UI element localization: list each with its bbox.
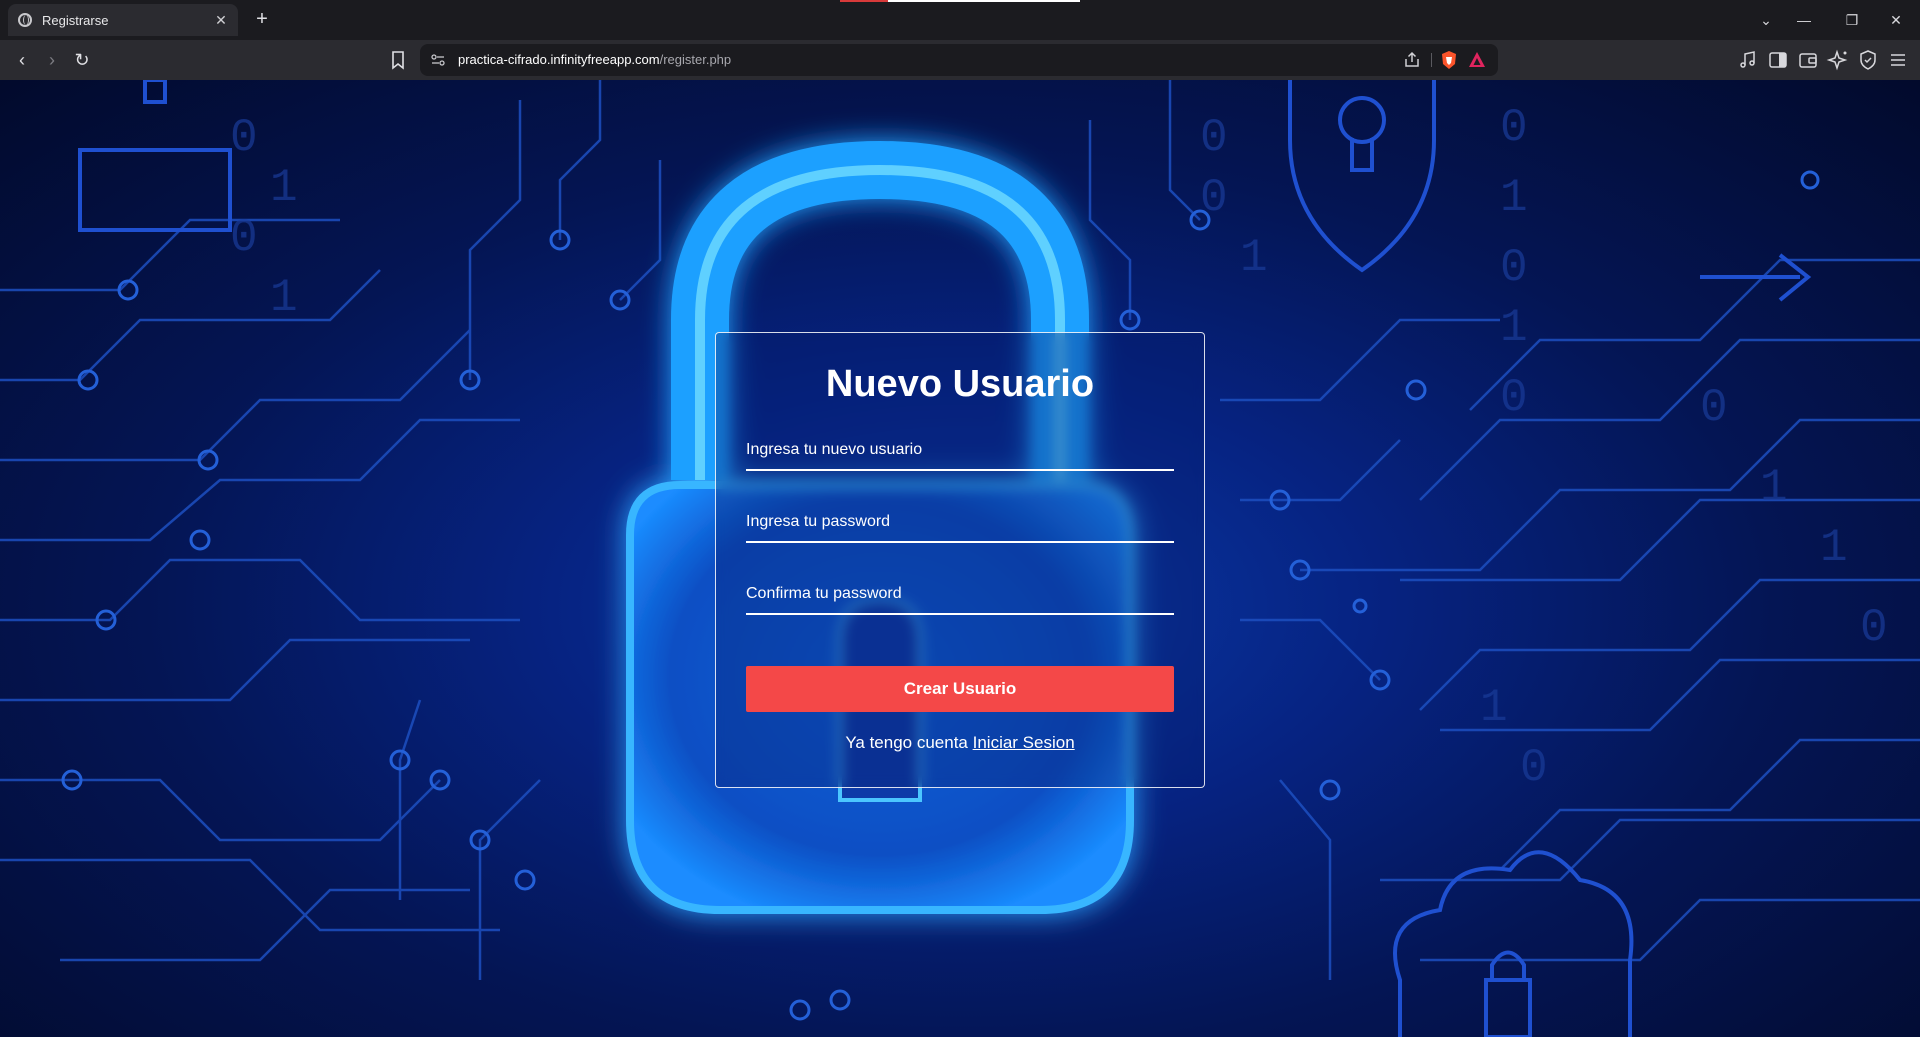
svg-text:1: 1 xyxy=(1240,232,1268,284)
reload-button[interactable]: ↻ xyxy=(70,48,94,72)
svg-text:0: 0 xyxy=(1200,112,1228,164)
globe-icon xyxy=(18,13,32,27)
site-settings-icon[interactable] xyxy=(430,52,446,68)
login-link[interactable]: Iniciar Sesion xyxy=(973,733,1075,752)
svg-text:0: 0 xyxy=(1200,172,1228,224)
svg-text:1: 1 xyxy=(1820,522,1848,574)
close-window-button[interactable]: ✕ xyxy=(1882,8,1910,32)
password-input[interactable] xyxy=(746,505,1174,539)
menu-icon[interactable] xyxy=(1886,48,1910,72)
confirm-password-field xyxy=(746,577,1174,615)
svg-text:0: 0 xyxy=(1500,242,1528,294)
tab-search-button[interactable]: ⌄ xyxy=(1752,8,1780,32)
minimize-button[interactable]: — xyxy=(1790,8,1818,32)
username-field xyxy=(746,433,1174,471)
brave-rewards-icon[interactable] xyxy=(1468,51,1486,69)
svg-text:1: 1 xyxy=(1500,172,1528,224)
bookmark-icon[interactable] xyxy=(386,48,410,72)
brave-shields-icon[interactable] xyxy=(1440,50,1458,70)
login-prompt-row: Ya tengo cuenta Iniciar Sesion xyxy=(716,733,1204,753)
media-icon[interactable] xyxy=(1736,48,1760,72)
svg-text:1: 1 xyxy=(1500,302,1528,354)
share-icon[interactable] xyxy=(1402,50,1422,70)
register-form: Nuevo Usuario Crear Usuario Ya tengo cue… xyxy=(715,332,1205,788)
svg-text:0: 0 xyxy=(1860,602,1888,654)
svg-text:0: 0 xyxy=(1520,742,1548,794)
svg-text:0: 0 xyxy=(1500,102,1528,154)
vpn-shield-icon[interactable] xyxy=(1856,48,1880,72)
tab-close-icon[interactable]: ✕ xyxy=(210,12,232,29)
sidebar-icon[interactable] xyxy=(1766,48,1790,72)
svg-text:0: 0 xyxy=(230,112,258,164)
confirm-password-input[interactable] xyxy=(746,577,1174,611)
svg-text:1: 1 xyxy=(1760,462,1788,514)
svg-text:1: 1 xyxy=(1480,682,1508,734)
svg-text:0: 0 xyxy=(1500,372,1528,424)
login-prompt-text: Ya tengo cuenta xyxy=(845,733,968,752)
back-button[interactable]: ‹ xyxy=(10,48,34,72)
address-bar[interactable]: practica-cifrado.infinityfreeapp.com/reg… xyxy=(420,44,1498,76)
wallet-icon[interactable] xyxy=(1796,48,1820,72)
register-page: 0 1 0 1 0 0 1 0 1 0 1 0 0 1 1 0 1 0 Nuev… xyxy=(0,80,1920,1037)
leo-ai-icon[interactable] xyxy=(1826,48,1850,72)
svg-text:0: 0 xyxy=(1700,382,1728,434)
url-separator xyxy=(1431,53,1432,67)
url-path: /register.php xyxy=(659,52,732,67)
forward-button[interactable]: › xyxy=(40,48,64,72)
svg-text:0: 0 xyxy=(230,212,258,264)
password-field xyxy=(746,505,1174,543)
form-title: Nuevo Usuario xyxy=(825,363,1095,405)
create-user-button[interactable]: Crear Usuario xyxy=(746,666,1174,712)
tab-bar: Registrarse ✕ + ⌄ — ❐ ✕ xyxy=(0,0,1920,40)
tab-registrarse[interactable]: Registrarse ✕ xyxy=(8,4,238,36)
loading-bar-accent xyxy=(840,0,888,2)
username-input[interactable] xyxy=(746,433,1174,467)
browser-toolbar: ‹ › ↻ practica-cifrado.infinityfreeapp.c… xyxy=(0,40,1920,80)
url-host: practica-cifrado.infinityfreeapp.com xyxy=(458,52,660,67)
svg-text:1: 1 xyxy=(270,162,298,214)
url-text[interactable]: practica-cifrado.infinityfreeapp.com/reg… xyxy=(458,52,731,67)
tab-title: Registrarse xyxy=(42,12,109,28)
svg-text:1: 1 xyxy=(270,272,298,324)
new-tab-button[interactable]: + xyxy=(250,7,274,31)
restore-button[interactable]: ❐ xyxy=(1838,8,1866,32)
